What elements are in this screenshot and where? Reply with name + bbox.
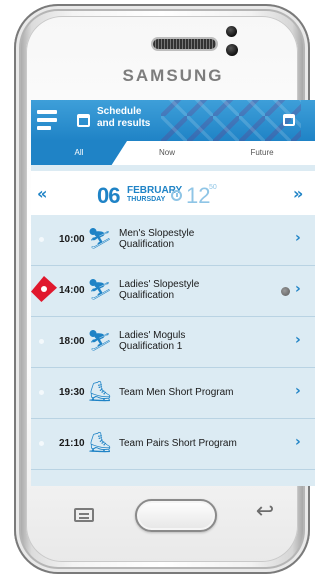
event-title: Ladies' Slopestyle Qualification [119,279,199,301]
snowboard-icon: ⛷ [87,277,113,301]
event-title-line1: Ladies' Moguls [119,330,186,341]
event-row[interactable]: 21:10 ⛸ Team Pairs Short Program › [31,419,315,470]
live-indicator-icon [281,287,290,296]
event-title-line2: Qualification 1 [119,341,183,352]
calendar-action-icon[interactable] [283,114,295,126]
current-time-minutes: 50 [209,184,217,191]
event-marker [39,441,44,446]
event-title: Team Men Short Program [119,387,234,398]
event-row[interactable]: 14:00 ⛷ Ladies' Slopestyle Qualification… [31,266,315,317]
clock-icon [171,190,182,201]
back-key-icon[interactable]: ↩ [252,500,278,524]
event-marker [39,237,44,242]
event-title: Team Pairs Short Program [119,438,237,449]
calendar-icon [77,114,90,127]
freestyle-skiing-icon: ⛷ [87,328,113,352]
chevron-right-icon: › [295,281,301,297]
event-time: 18:00 [59,336,85,347]
next-day-button[interactable]: » [293,184,303,203]
event-time: 14:00 [59,285,85,296]
menu-key-icon[interactable] [74,508,94,522]
event-list: 10:00 ⛷ Men's Slopestyle Qualification ›… [31,215,315,470]
figure-skating-icon: ⛸ [87,379,113,403]
tab-all[interactable]: All [31,141,127,165]
date-selector: « 06 FEBRUARY THURSDAY 12 50 » [31,171,315,215]
event-title-line2: Qualification [119,290,175,301]
event-row[interactable]: 18:00 ⛷ Ladies' Moguls Qualification 1 › [31,317,315,368]
front-camera [226,44,238,56]
event-row[interactable]: 10:00 ⛷ Men's Slopestyle Qualification › [31,215,315,266]
event-time: 19:30 [59,387,85,398]
event-title-line1: Men's Slopestyle [119,228,195,239]
snowboard-icon: ⛷ [87,226,113,250]
event-time: 21:10 [59,438,85,449]
page-title-line2: and results [97,118,151,129]
figure-skating-icon: ⛸ [87,430,113,454]
tab-future[interactable]: Future [227,141,297,165]
chevron-right-icon: › [295,383,301,399]
event-row[interactable]: 19:30 ⛸ Team Men Short Program › [31,368,315,419]
event-title-line1: Ladies' Slopestyle [119,279,200,290]
chevron-right-icon: › [295,434,301,450]
event-title: Men's Slopestyle Qualification [119,228,194,250]
event-title-line2: Qualification [119,239,175,250]
previous-day-button[interactable]: « [37,184,47,203]
earpiece-speaker [153,39,216,49]
event-title-line1: Team Pairs Short Program [119,438,237,449]
event-marker [39,339,44,344]
home-button[interactable] [135,499,217,532]
chevron-right-icon: › [295,230,301,246]
app-screen: Schedule and results All Now Future « 06… [31,100,315,486]
date-day: 06 [97,183,121,208]
event-title: Ladies' Moguls Qualification 1 [119,330,185,352]
event-time: 10:00 [59,234,85,245]
page-title: Schedule and results [97,106,187,130]
tab-now[interactable]: Now [137,141,197,165]
proximity-sensor [226,26,237,37]
brand-logo: SAMSUNG [122,66,224,85]
tab-bar: All Now Future [31,141,315,165]
event-title-line1: Team Men Short Program [119,387,234,398]
page-title-line1: Schedule [97,106,142,117]
menu-icon[interactable] [37,110,59,130]
app-bar: Schedule and results [31,100,315,141]
chevron-right-icon: › [295,332,301,348]
favorite-flag-icon[interactable] [31,276,57,302]
current-time-hours: 12 [186,183,211,208]
date-weekday: THURSDAY [127,196,166,203]
event-marker [39,390,44,395]
